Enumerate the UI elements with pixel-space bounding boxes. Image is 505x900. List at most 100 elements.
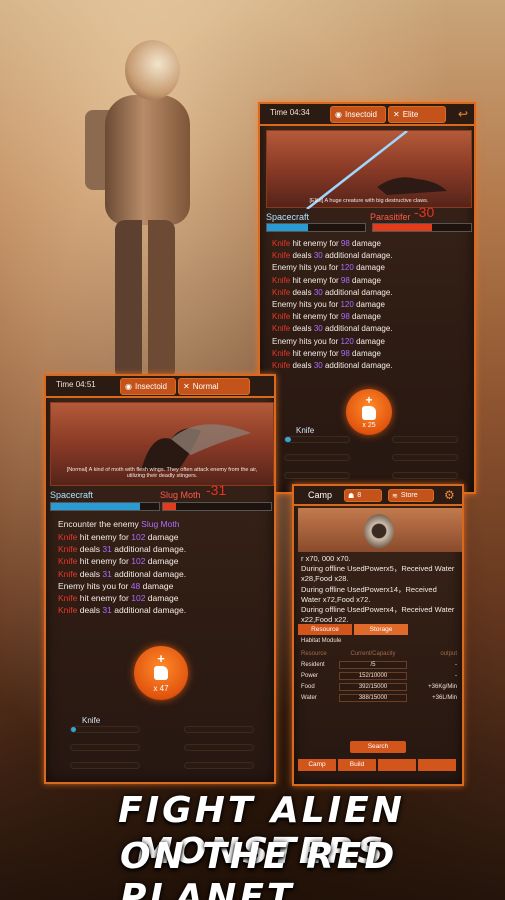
log-text: deals xyxy=(290,360,314,370)
tab-empty[interactable] xyxy=(378,759,416,771)
difficulty-label: Elite xyxy=(402,110,419,119)
cross-icon: ✕ xyxy=(183,382,190,391)
camp-panel: Camp ☗ 8 ≋ Store ⚙ r x70, 000 x70. During… xyxy=(292,484,464,786)
encounter-enemy: Slug Moth xyxy=(141,519,180,529)
damage-value: 98 xyxy=(340,312,350,322)
camp-log-line: r x70, 000 x70. xyxy=(301,554,351,563)
tab-empty[interactable] xyxy=(418,759,456,771)
log-text: Enemy hits you for xyxy=(272,299,341,309)
resource-output: - xyxy=(455,672,457,679)
enemy-type-label: Insectoid xyxy=(134,382,168,391)
tab-enemy-type[interactable]: ◉ Insectoid xyxy=(330,106,386,123)
headline-line-2: ON THE RED PLANET xyxy=(120,836,398,900)
weapon-slot-empty[interactable] xyxy=(392,436,458,443)
weapon-name: Knife xyxy=(58,605,78,616)
encounter-line: Encounter the enemy Slug Moth xyxy=(58,519,186,532)
camp-title: Camp xyxy=(308,490,333,500)
damage-popup: -31 xyxy=(206,482,227,498)
enemy-hp-fill xyxy=(163,503,176,510)
fist-icon xyxy=(362,406,376,420)
tab-difficulty[interactable]: ✕ Normal xyxy=(178,378,250,395)
log-line: Enemy hits you for 120 damage xyxy=(272,263,393,275)
resource-tabs: Resource Storage xyxy=(298,624,408,635)
plus-label: + xyxy=(157,651,165,666)
weapon-slot-empty[interactable] xyxy=(70,762,140,769)
damage-value: 98 xyxy=(340,275,350,285)
resource-row: Power 152/10000 - xyxy=(301,670,461,681)
log-text: damage xyxy=(353,336,385,346)
log-line: Knife deals 31 additional damage. xyxy=(58,569,186,581)
bug-icon: ◉ xyxy=(335,110,342,119)
resource-name: Resident xyxy=(301,661,325,668)
weapon-name: Knife xyxy=(272,324,291,334)
resident-pill[interactable]: ☗ 8 xyxy=(344,489,382,502)
log-line: Enemy hits you for 120 damage xyxy=(272,300,393,312)
resource-row: Food 392/15000 +36Kg/Min xyxy=(301,681,461,692)
store-pill[interactable]: ≋ Store xyxy=(388,489,434,502)
player-hp-bar xyxy=(266,223,366,232)
attack-count: x 25 xyxy=(362,422,376,429)
log-text: hit enemy for xyxy=(290,275,341,285)
search-button[interactable]: Search xyxy=(350,741,406,753)
table-header: Resource Current/Capacity output xyxy=(301,648,461,659)
damage-value: 31 xyxy=(102,568,112,579)
log-text: deals xyxy=(77,544,103,555)
weapon-label: Knife xyxy=(296,426,315,435)
weapon-slot-empty[interactable] xyxy=(392,472,458,479)
weapon-slot-empty[interactable] xyxy=(184,726,254,733)
damage-value: 31 xyxy=(102,605,112,616)
weapon-name: Knife xyxy=(58,556,78,567)
log-text: damage xyxy=(349,239,381,248)
back-arrow-icon[interactable]: ↩ xyxy=(458,107,468,121)
tab-difficulty[interactable]: ✕ Elite xyxy=(388,106,446,123)
resident-count: 8 xyxy=(357,492,362,499)
log-text: deals xyxy=(77,568,103,579)
fist-icon xyxy=(154,666,168,680)
log-text: damage xyxy=(353,263,385,273)
weapon-slot-empty[interactable] xyxy=(284,454,350,461)
log-line: Knife hit enemy for 102 damage xyxy=(58,532,186,544)
weapon-name: Knife xyxy=(272,275,291,285)
damage-value: 30 xyxy=(313,251,323,261)
log-text: damage xyxy=(145,592,179,603)
gear-icon[interactable]: ⚙ xyxy=(444,488,455,502)
scene-caption: [Elite] A huge creature with big destruc… xyxy=(309,198,429,204)
weapon-name: Knife xyxy=(272,251,291,261)
resource-row: Resident/5 - xyxy=(301,659,461,670)
log-line: Knife deals 30 additional damage. xyxy=(272,361,393,373)
weapon-slot[interactable] xyxy=(70,726,140,733)
tab-storage[interactable]: Storage xyxy=(354,624,408,635)
astronaut-helmet xyxy=(125,40,180,100)
attack-button[interactable]: + x 47 xyxy=(134,646,188,700)
weapon-slot-empty[interactable] xyxy=(284,472,350,479)
wifi-icon: ≋ xyxy=(392,492,398,500)
resource-name: Water xyxy=(301,694,317,701)
log-line: Enemy hits you for 120 damage xyxy=(272,337,393,349)
log-text: hit enemy for xyxy=(290,312,341,322)
damage-value: 30 xyxy=(313,324,323,334)
tab-build[interactable]: Build xyxy=(338,759,376,771)
enemy-scene: [Elite] A huge creature with big destruc… xyxy=(266,130,472,210)
resource-output: +36Kg/Min xyxy=(428,683,457,690)
tab-resource[interactable]: Resource xyxy=(298,624,352,635)
tab-camp[interactable]: Camp xyxy=(298,759,336,771)
weapon-slot[interactable] xyxy=(284,436,350,443)
weapon-slot-empty[interactable] xyxy=(392,454,458,461)
astronaut-legs xyxy=(115,220,175,380)
resource-value: 152/10000 xyxy=(339,671,407,680)
log-line: Knife hit enemy for 98 damage xyxy=(272,312,393,324)
attack-button[interactable]: + x 25 xyxy=(346,389,392,435)
weapon-slot-empty[interactable] xyxy=(184,762,254,769)
weapon-slot-empty[interactable] xyxy=(70,744,140,751)
tab-enemy-type[interactable]: ◉ Insectoid xyxy=(120,378,176,395)
weapon-name: Knife xyxy=(272,360,291,370)
player-hp-fill xyxy=(51,503,140,510)
weapon-slot-empty[interactable] xyxy=(184,744,254,751)
difficulty-label: Normal xyxy=(192,382,219,391)
log-text: damage xyxy=(349,312,381,322)
weapon-name: Knife xyxy=(58,532,78,542)
damage-value: 102 xyxy=(131,556,146,567)
weapon-name: Knife xyxy=(272,312,291,322)
log-text: Enemy hits you for xyxy=(272,336,341,346)
resource-name: Food xyxy=(301,683,315,690)
